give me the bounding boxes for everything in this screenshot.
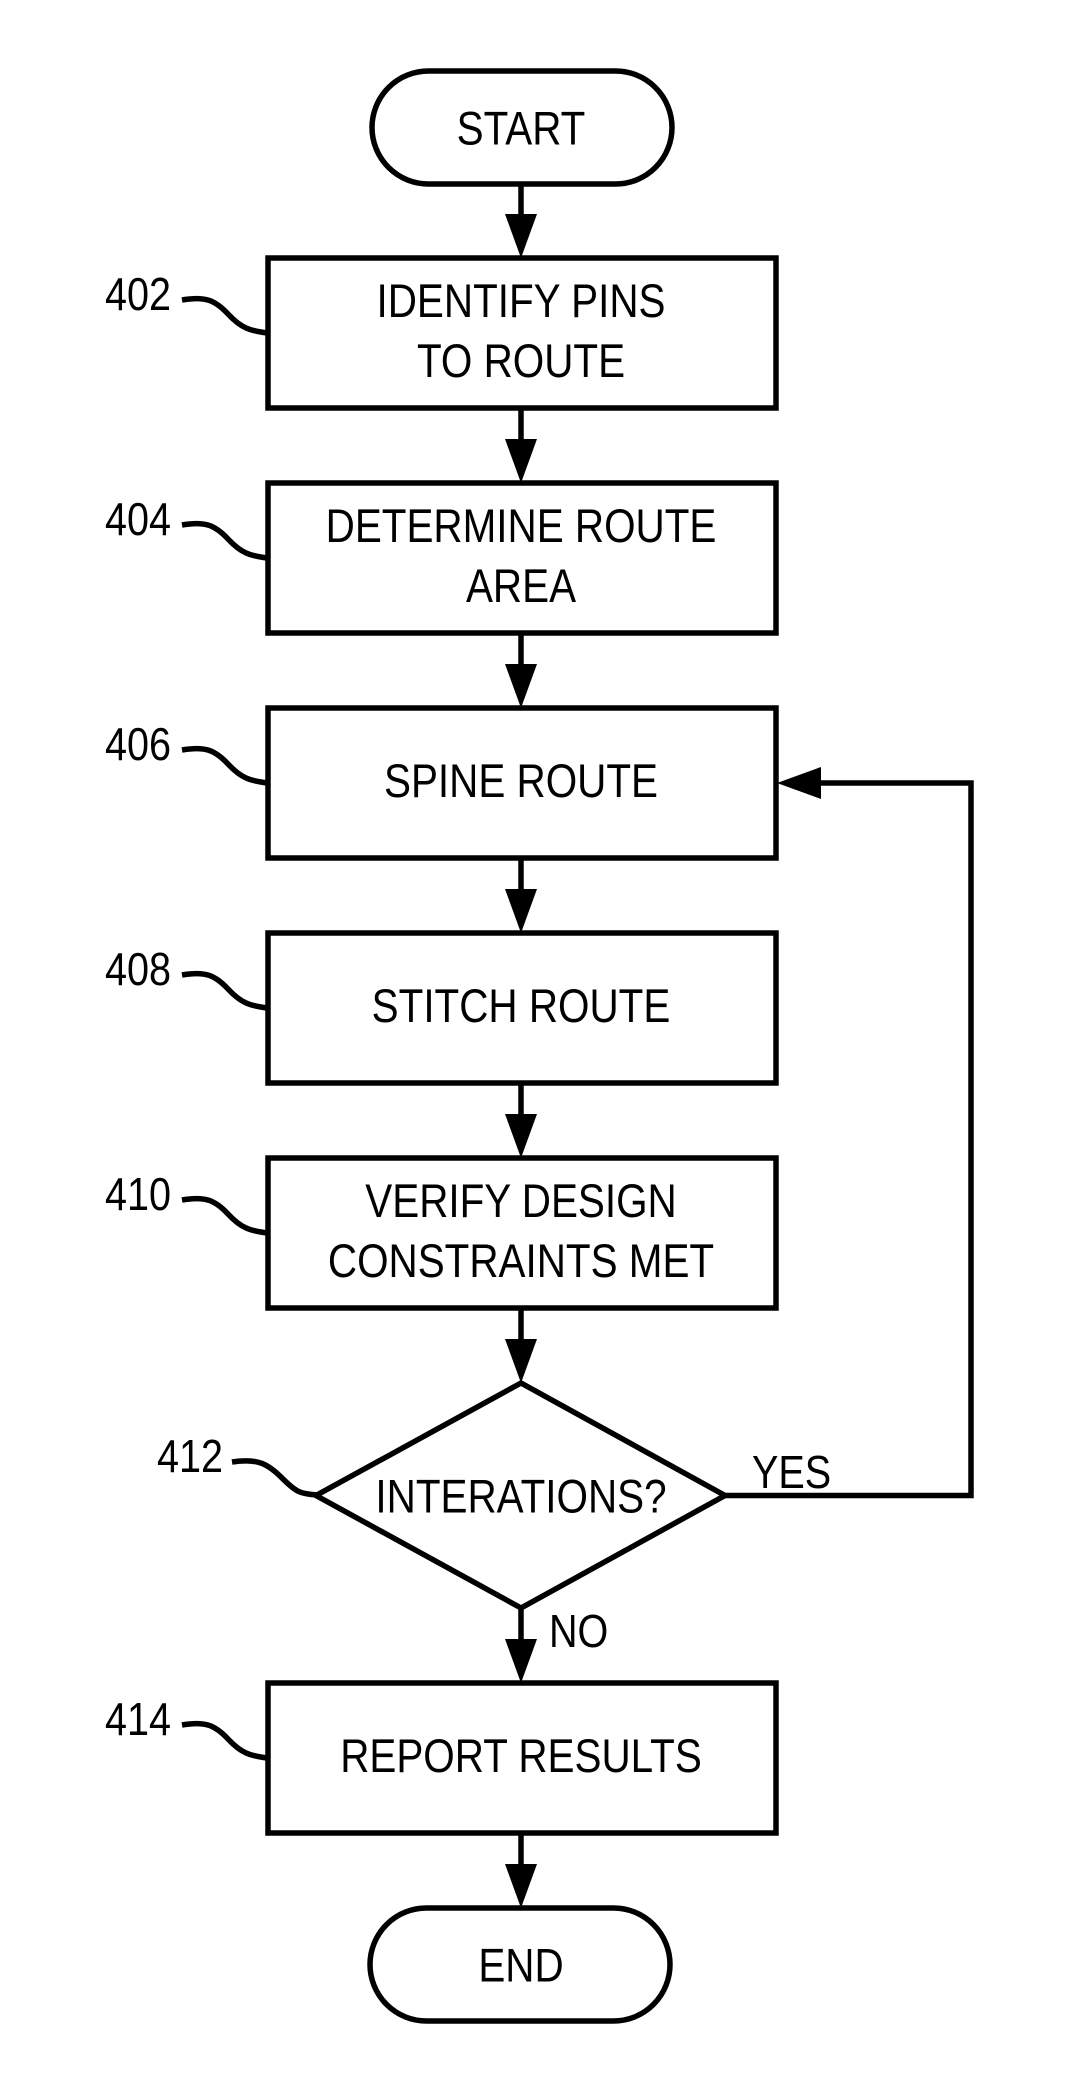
node-410: VERIFY DESIGN CONSTRAINTS MET 410 xyxy=(105,1155,779,1311)
leader-line xyxy=(181,1720,269,1761)
arrowhead-icon xyxy=(505,214,537,258)
flowchart: START IDENTIFY PINS TO ROUTE 402 DETERMINE R… xyxy=(105,68,974,2024)
arrowhead-icon xyxy=(505,1339,537,1383)
arrowhead-icon xyxy=(505,889,537,933)
node-text-line: START xyxy=(457,103,586,156)
node-414: REPORT RESULTS 414 xyxy=(105,1680,779,1836)
node-404: DETERMINE ROUTE AREA 404 xyxy=(105,480,779,636)
node-text-line: VERIFY DESIGN xyxy=(365,1175,676,1228)
node-408: STITCH ROUTE 408 xyxy=(105,930,779,1086)
node-start: START xyxy=(369,68,675,187)
leader-line xyxy=(181,970,269,1011)
leader-line xyxy=(181,1195,269,1236)
node-text-line: TO ROUTE xyxy=(417,335,625,388)
arrowhead-icon xyxy=(505,1639,537,1683)
no-label: NO xyxy=(549,1606,608,1657)
node-text-line: AREA xyxy=(466,560,577,613)
node-text-line: INTERATIONS? xyxy=(375,1471,666,1524)
loop-back-line xyxy=(725,780,974,1499)
node-text-line: SPINE ROUTE xyxy=(384,755,658,808)
leader-line xyxy=(181,295,269,336)
reference-numeral: 412 xyxy=(157,1431,223,1482)
node-text-line: STITCH ROUTE xyxy=(372,980,671,1033)
reference-numeral: 414 xyxy=(105,1694,171,1745)
reference-numeral: 410 xyxy=(105,1169,171,1220)
node-text-line: REPORT RESULTS xyxy=(340,1730,702,1783)
reference-numeral: 402 xyxy=(105,269,171,320)
arrowhead-icon xyxy=(505,439,537,483)
arrowhead-icon xyxy=(505,664,537,708)
node-text-line: END xyxy=(478,1940,563,1993)
leader-line xyxy=(181,745,269,786)
yes-label: YES xyxy=(752,1447,831,1498)
node-412: INTERATIONS? 412 xyxy=(157,1379,731,1612)
reference-numeral: 404 xyxy=(105,494,171,545)
node-402: IDENTIFY PINS TO ROUTE 402 xyxy=(105,255,779,411)
node-406: SPINE ROUTE 406 xyxy=(105,705,779,861)
leader-line xyxy=(181,520,269,561)
reference-numeral: 406 xyxy=(105,719,171,770)
arrowhead-icon xyxy=(505,1114,537,1158)
leader-line xyxy=(231,1458,319,1498)
node-text-line: IDENTIFY PINS xyxy=(377,275,666,328)
reference-numeral: 408 xyxy=(105,944,171,995)
node-end: END xyxy=(367,1905,673,2024)
node-text-line: CONSTRAINTS MET xyxy=(328,1235,714,1288)
node-text-line: DETERMINE ROUTE xyxy=(326,500,717,553)
arrowhead-icon xyxy=(505,1864,537,1908)
arrowhead-icon xyxy=(777,767,821,799)
